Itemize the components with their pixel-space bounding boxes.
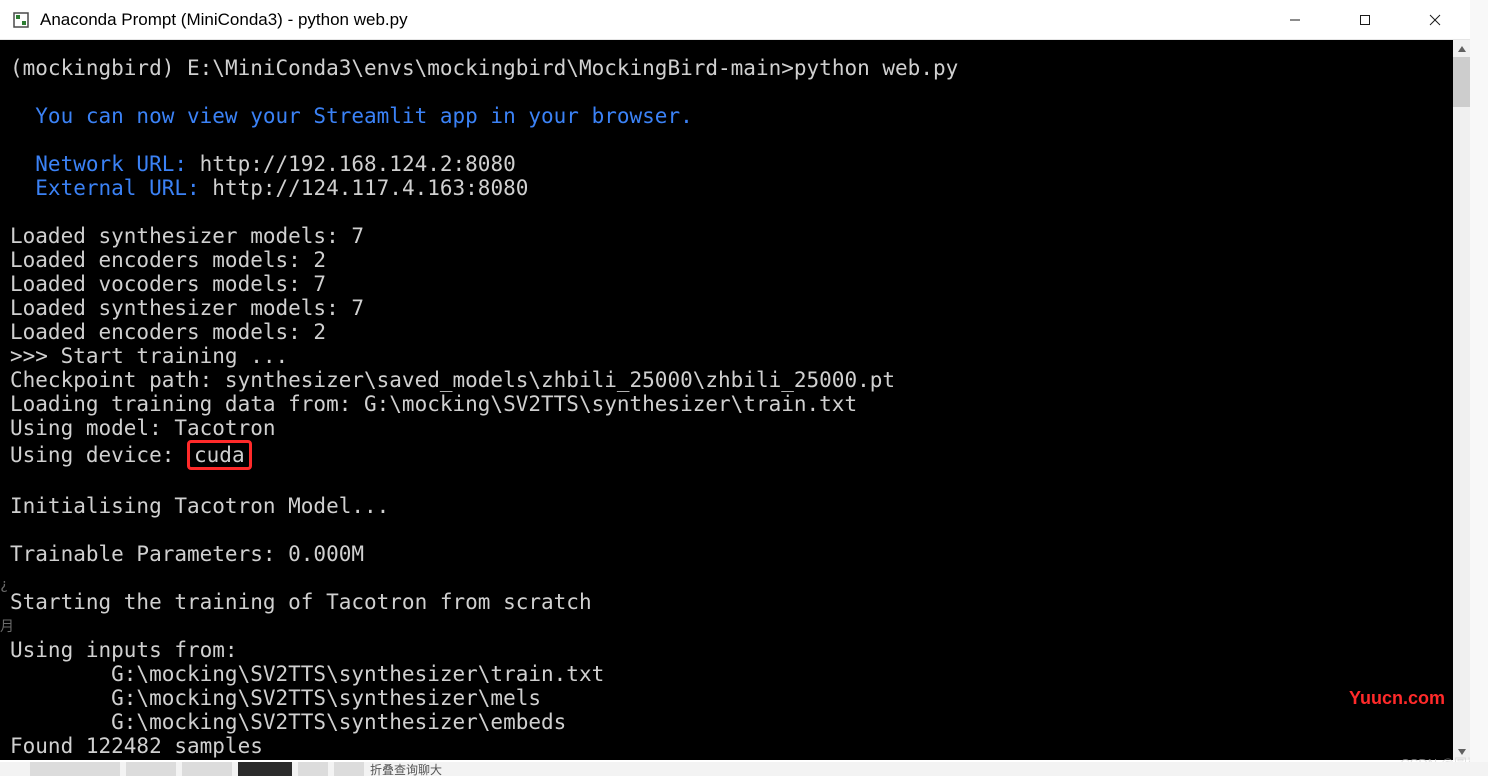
terminal-body[interactable]: (mockingbird) E:\MiniConda3\envs\mocking… (0, 40, 1455, 760)
terminal-line: Found 122482 samples (0, 734, 1455, 758)
terminal-line (0, 200, 1455, 224)
terminal-line (0, 80, 1455, 104)
terminal-line: Loaded synthesizer models: 7 (0, 296, 1455, 320)
device-line: Using device: cuda (0, 440, 1455, 470)
terminal-line: Using model: Tacotron (0, 416, 1455, 440)
terminal-line: Loaded encoders models: 2 (0, 248, 1455, 272)
network-url-line: Network URL: http://192.168.124.2:8080 (0, 152, 1455, 176)
device-value: cuda (194, 443, 245, 467)
terminal-line (0, 566, 1455, 590)
close-button[interactable] (1400, 0, 1470, 40)
prompt-env: (mockingbird) (10, 56, 187, 80)
network-url-value: http://192.168.124.2:8080 (200, 152, 516, 176)
prompt-cmd: python web.py (794, 56, 958, 80)
prompt-path: E:\MiniConda3\envs\mockingbird\MockingBi… (187, 56, 794, 80)
terminal-line: Trainable Parameters: 0.000M (0, 542, 1455, 566)
app-icon (12, 11, 30, 29)
outer-scrollbar[interactable] (1470, 0, 1488, 776)
screen-fragment: ¿ (0, 578, 8, 592)
terminal-line: Loaded synthesizer models: 7 (0, 224, 1455, 248)
external-url-value: http://124.117.4.163:8080 (212, 176, 528, 200)
maximize-button[interactable] (1330, 0, 1400, 40)
terminal-line: Starting the training of Tacotron from s… (0, 590, 1455, 614)
scroll-down-button[interactable] (1453, 743, 1470, 760)
streamlit-msg: You can now view your Streamlit app in y… (0, 104, 1455, 128)
network-url-label: Network URL: (10, 152, 200, 176)
terminal-line: Loaded vocoders models: 7 (0, 272, 1455, 296)
terminal-line: Loading training data from: G:\mocking\S… (0, 392, 1455, 416)
screen-fragment: 月 (0, 620, 14, 634)
terminal-line (0, 614, 1455, 638)
terminal-line: Initialising Tacotron Model... (0, 494, 1455, 518)
terminal-line (0, 128, 1455, 152)
terminal-window: Anaconda Prompt (MiniConda3) - python we… (0, 0, 1470, 776)
terminal-line: G:\mocking\SV2TTS\synthesizer\mels (0, 686, 1455, 710)
vertical-scrollbar[interactable] (1453, 40, 1470, 760)
taskbar-fragment: 折叠查询聊大 (0, 762, 1488, 776)
external-url-label: External URL: (10, 176, 212, 200)
scrollbar-thumb[interactable] (1453, 57, 1470, 107)
terminal-line: Loaded encoders models: 2 (0, 320, 1455, 344)
titlebar[interactable]: Anaconda Prompt (MiniConda3) - python we… (0, 0, 1470, 40)
terminal-line: >>> Start training ... (0, 344, 1455, 368)
terminal-line: G:\mocking\SV2TTS\synthesizer\embeds (0, 710, 1455, 734)
device-label: Using device: (10, 443, 187, 467)
prompt-line: (mockingbird) E:\MiniConda3\envs\mocking… (0, 56, 1455, 80)
terminal-line: Using inputs from: (0, 638, 1455, 662)
taskbar-text: 折叠查询聊大 (370, 762, 442, 776)
terminal-line (0, 518, 1455, 542)
window-title: Anaconda Prompt (MiniConda3) - python we… (40, 10, 408, 30)
window-controls (1260, 0, 1470, 39)
minimize-button[interactable] (1260, 0, 1330, 40)
external-url-line: External URL: http://124.117.4.163:8080 (0, 176, 1455, 200)
terminal-line: G:\mocking\SV2TTS\synthesizer\train.txt (0, 662, 1455, 686)
device-highlight: cuda (187, 440, 252, 470)
terminal-line (0, 470, 1455, 494)
terminal-line: Checkpoint path: synthesizer\saved_model… (0, 368, 1455, 392)
scroll-up-button[interactable] (1453, 40, 1470, 57)
